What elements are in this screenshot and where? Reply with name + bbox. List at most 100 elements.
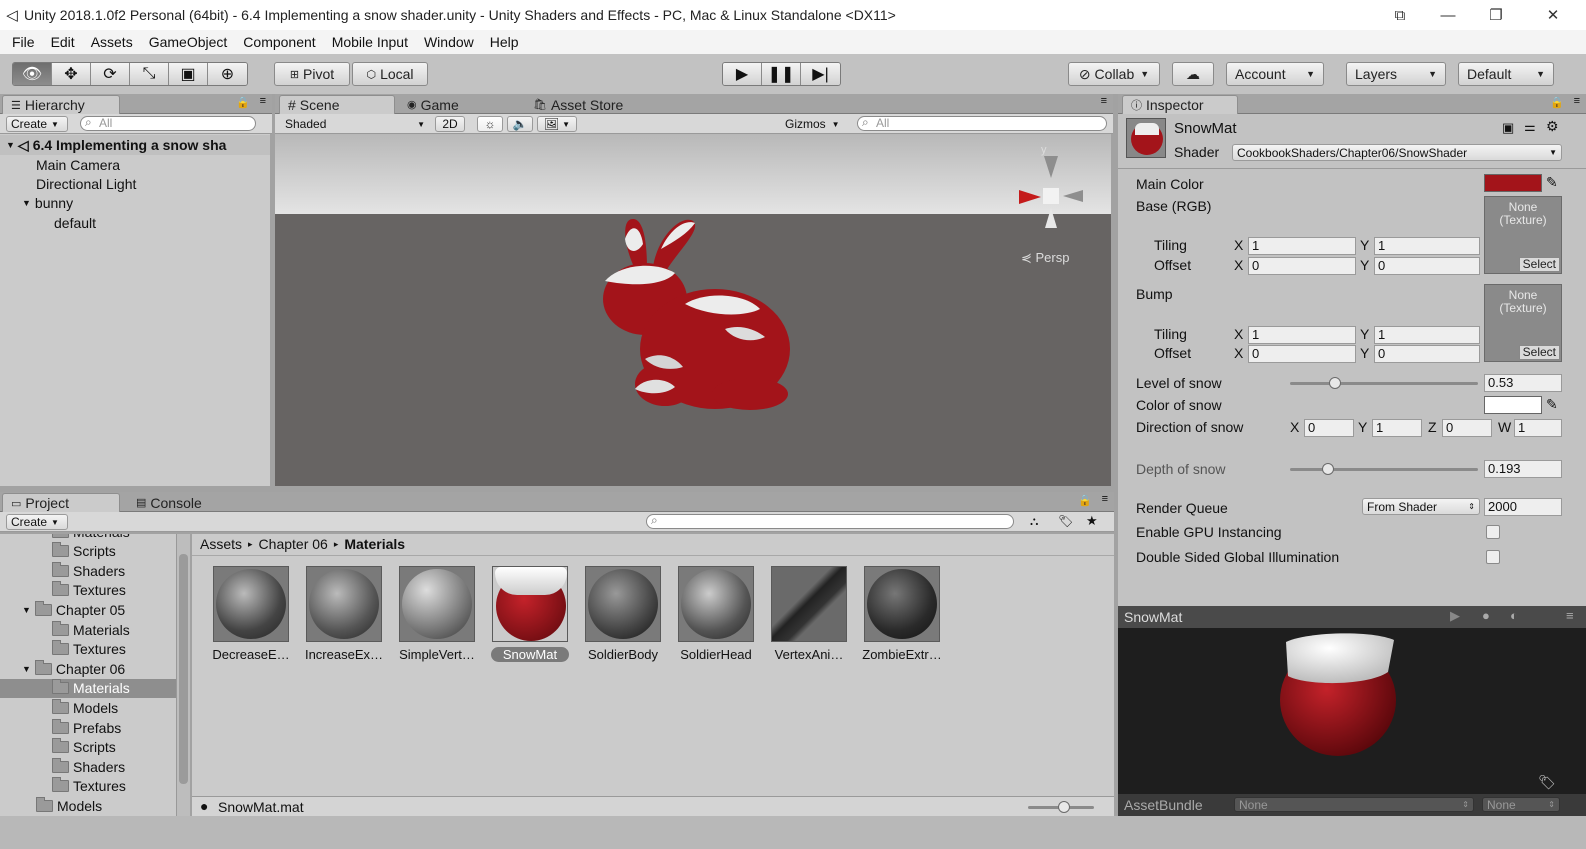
folder-tree-item[interactable]: Scripts	[0, 542, 176, 561]
level-of-snow-slider[interactable]	[1290, 382, 1478, 385]
hierarchy-item-main-camera[interactable]: Main Camera	[0, 155, 120, 175]
rect-tool-icon[interactable]: ▣	[169, 63, 208, 85]
help-book-icon[interactable]: ▣	[1502, 120, 1514, 136]
restore-screen-icon[interactable]: ⧉	[1376, 0, 1424, 30]
layout-dropdown[interactable]: Default ▼	[1458, 62, 1554, 86]
folder-tree-item[interactable]: ▼ Chapter 06	[0, 659, 176, 678]
hierarchy-create-dropdown[interactable]: Create ▼	[6, 116, 68, 132]
folder-tree-item[interactable]: Materials	[0, 678, 176, 698]
direction-y-field[interactable]: 1	[1372, 419, 1422, 437]
bump-tiling-y-field[interactable]: 1	[1374, 326, 1480, 344]
lock-icon[interactable]: 🔒	[1550, 96, 1564, 109]
gizmo-z-cone-icon[interactable]	[1045, 208, 1057, 228]
asset-item[interactable]: DecreaseE…	[206, 566, 296, 662]
preview-shape-sphere-icon[interactable]: ●	[1482, 608, 1490, 623]
base-tiling-y-field[interactable]: 1	[1374, 237, 1480, 255]
scene-search-input[interactable]: All	[857, 116, 1107, 131]
folder-tree-item[interactable]: Models	[0, 698, 176, 717]
panel-menu-icon[interactable]: ≡	[1574, 95, 1580, 107]
breadcrumb-assets[interactable]: Assets	[200, 536, 242, 552]
direction-w-field[interactable]: 1	[1514, 419, 1562, 437]
expand-arrow-icon[interactable]: ▼	[22, 198, 31, 208]
rotate-tool-icon[interactable]: ⟳	[91, 63, 130, 85]
preview-lighting-icon[interactable]: ◐	[1510, 608, 1518, 623]
tab-inspector[interactable]: ⓘ Inspector	[1122, 95, 1238, 114]
favorite-star-icon[interactable]: ★	[1086, 513, 1098, 529]
folder-tree-item[interactable]: Materials	[0, 620, 176, 639]
tab-hierarchy[interactable]: ☰ Hierarchy	[2, 95, 120, 114]
menu-gameobject[interactable]: GameObject	[141, 34, 236, 50]
folder-tree-item[interactable]: Textures	[0, 640, 176, 659]
asset-item[interactable]: SoldierBody	[578, 566, 668, 662]
folder-tree-scrollbar[interactable]	[176, 534, 190, 816]
scene-root[interactable]: ▼ ◁ 6.4 Implementing a snow sha	[0, 135, 270, 155]
depth-of-snow-slider[interactable]	[1290, 468, 1478, 471]
render-queue-dropdown[interactable]: From Shader ⇕	[1362, 498, 1480, 515]
render-queue-field[interactable]: 2000	[1484, 498, 1562, 516]
filter-by-label-icon[interactable]: 🏷	[1058, 514, 1073, 528]
play-icon[interactable]: ▶	[723, 63, 762, 85]
eyedropper-icon[interactable]: ✎	[1546, 174, 1558, 191]
tab-asset-store[interactable]: 🛍 Asset Store	[525, 95, 645, 114]
menu-window[interactable]: Window	[416, 34, 482, 50]
tab-console[interactable]: ▤ Console	[128, 493, 228, 512]
base-offset-x-field[interactable]: 0	[1248, 257, 1356, 275]
menu-component[interactable]: Component	[235, 34, 323, 50]
gizmos-dropdown[interactable]: Gizmos ▼	[781, 116, 849, 132]
pause-icon[interactable]: ❚❚	[762, 63, 801, 85]
bump-offset-x-field[interactable]: 0	[1248, 345, 1356, 363]
snow-bunny-model[interactable]	[575, 209, 815, 429]
expand-arrow-icon[interactable]: ▼	[6, 140, 15, 150]
maximize-button[interactable]: ❐	[1472, 0, 1520, 30]
folder-tree-item[interactable]: Materials	[0, 534, 176, 541]
expand-arrow-icon[interactable]: ▼	[22, 605, 31, 615]
breadcrumb-materials[interactable]: Materials	[344, 536, 405, 552]
assetbundle-variant-dropdown[interactable]: None ⇕	[1482, 797, 1560, 812]
snow-color-swatch[interactable]	[1484, 396, 1542, 414]
base-texture-slot[interactable]: None (Texture) Select	[1484, 196, 1562, 274]
gear-icon[interactable]: ⚙	[1546, 118, 1559, 135]
level-of-snow-slider-knob[interactable]	[1329, 377, 1342, 389]
level-of-snow-field[interactable]: 0.53	[1484, 374, 1562, 392]
folder-tree-item[interactable]: Textures	[0, 581, 176, 600]
folder-tree-item[interactable]: ▼ Chapter 05	[0, 600, 176, 619]
menu-mobile-input[interactable]: Mobile Input	[324, 34, 416, 50]
gizmo-y-cone-icon[interactable]	[1044, 156, 1058, 178]
preview-sphere[interactable]	[1276, 628, 1406, 758]
hierarchy-item-directional-light[interactable]: Directional Light	[0, 174, 136, 194]
pivot-button[interactable]: ⊞ Pivot	[274, 62, 350, 86]
hierarchy-item-default[interactable]: default	[0, 213, 96, 233]
project-search-input[interactable]	[646, 514, 1014, 529]
project-create-dropdown[interactable]: Create ▼	[6, 514, 68, 530]
gpu-instancing-checkbox[interactable]	[1486, 525, 1500, 539]
folder-tree-item[interactable]: Models	[0, 796, 176, 815]
perspective-label[interactable]: ⋞ Persp	[1021, 250, 1069, 266]
main-color-swatch[interactable]	[1484, 174, 1542, 192]
layers-dropdown[interactable]: Layers ▼	[1346, 62, 1446, 86]
asset-item[interactable]: ZombieExtr…	[857, 566, 947, 662]
bump-offset-y-field[interactable]: 0	[1374, 345, 1480, 363]
move-tool-icon[interactable]: ✥	[52, 63, 91, 85]
thumbnail-size-knob[interactable]	[1058, 801, 1070, 813]
menu-help[interactable]: Help	[482, 34, 527, 50]
folder-tree-item[interactable]: Scripts	[0, 738, 176, 757]
step-icon[interactable]: ▶|	[801, 63, 840, 85]
base-offset-y-field[interactable]: 0	[1374, 257, 1480, 275]
cloud-button[interactable]: ☁	[1172, 62, 1214, 86]
hierarchy-search-input[interactable]: All	[80, 116, 256, 131]
preset-sliders-icon[interactable]: ⚌	[1524, 119, 1536, 135]
asset-item[interactable]: SimpleVert…	[392, 566, 482, 662]
tab-scene[interactable]: # Scene	[279, 95, 395, 114]
scrollbar-thumb[interactable]	[179, 554, 188, 784]
assetbundle-dropdown[interactable]: None ⇕	[1234, 797, 1474, 812]
collab-dropdown[interactable]: ⊘ Collab ▼	[1068, 62, 1160, 86]
folder-tree-item[interactable]: Textures	[0, 777, 176, 796]
breadcrumb-chapter06[interactable]: Chapter 06	[259, 536, 328, 552]
lock-icon[interactable]: 🔒	[236, 96, 250, 109]
2d-toggle[interactable]: 2D	[435, 116, 465, 132]
asset-item[interactable]: IncreaseEx…	[299, 566, 389, 662]
gizmo-x-cone-icon[interactable]	[1019, 190, 1041, 204]
hierarchy-item-bunny[interactable]: ▼ bunny	[0, 193, 73, 213]
folder-tree-item[interactable]: Shaders	[0, 561, 176, 580]
expand-arrow-icon[interactable]: ▼	[22, 664, 31, 674]
